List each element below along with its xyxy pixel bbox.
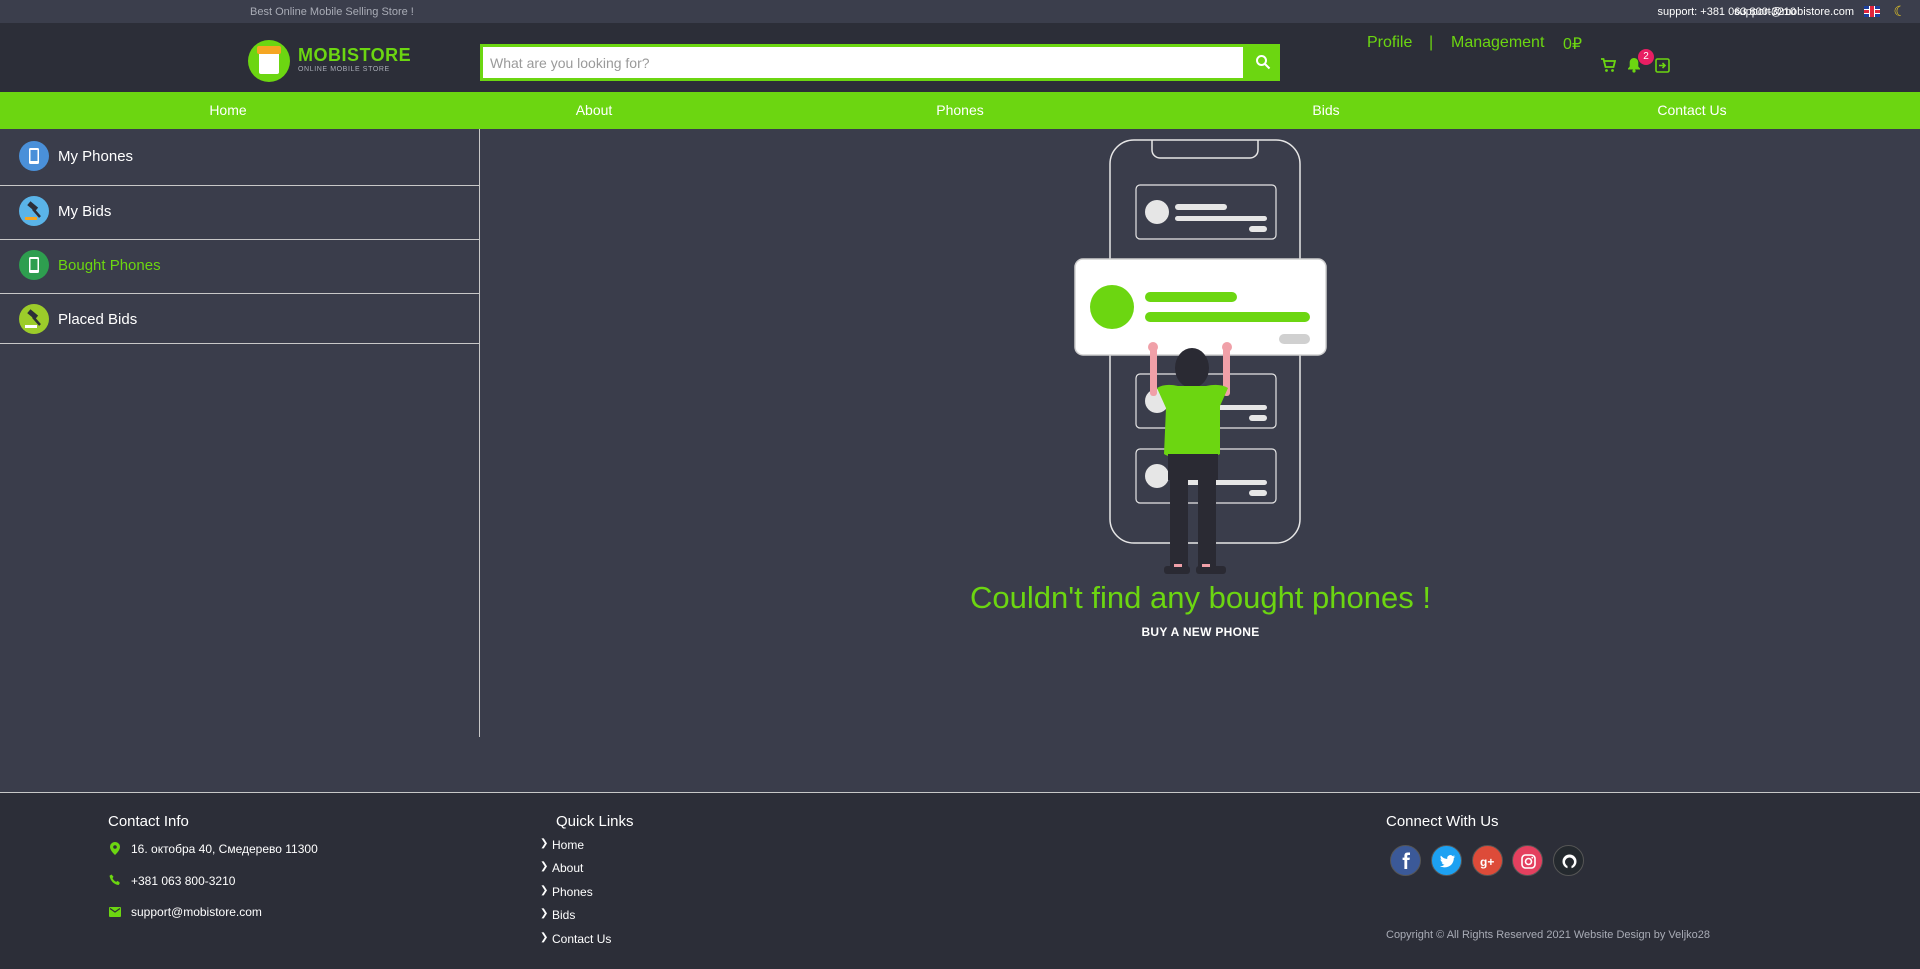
store-logo-icon <box>248 40 290 82</box>
footer-link-contact-us[interactable]: Contact Us <box>552 932 611 946</box>
email-icon <box>109 907 121 917</box>
buy-new-phone-link[interactable]: BUY A NEW PHONE <box>481 625 1920 639</box>
sidebar: My Phones My Bids Bought Phones Placed B… <box>0 129 480 737</box>
footer-phone: +381 063 800-3210 <box>131 874 236 888</box>
sidebar-item-label: My Phones <box>58 148 134 165</box>
dark-mode-moon-icon[interactable]: ☾ <box>1893 3 1906 20</box>
main-menu: Home About Phones Bids Contact Us <box>0 92 1920 129</box>
footer-link-home[interactable]: Home <box>552 838 584 852</box>
instagram-icon[interactable] <box>1512 845 1543 876</box>
github-icon[interactable] <box>1553 845 1584 876</box>
empty-state-message: Couldn't find any bought phones ! <box>970 580 1431 615</box>
gavel-icon <box>19 196 49 226</box>
menu-about[interactable]: About <box>576 102 613 118</box>
svg-text:g+: g+ <box>1480 855 1494 869</box>
uk-flag-icon[interactable] <box>1864 6 1880 17</box>
cart-icon[interactable] <box>1600 58 1616 73</box>
menu-bids[interactable]: Bids <box>1312 102 1339 118</box>
phone-icon <box>109 874 120 885</box>
phone-icon <box>19 250 49 280</box>
search-input[interactable] <box>480 44 1246 81</box>
support-email[interactable]: support@mobistore.com <box>1734 6 1854 18</box>
tagline: Best Online Mobile Selling Store ! <box>250 6 414 18</box>
empty-state-illustration <box>1074 139 1327 574</box>
top-bar: Best Online Mobile Selling Store ! suppo… <box>0 0 1920 23</box>
footer-link-phones[interactable]: Phones <box>552 885 593 899</box>
chevron-right-icon: ❯ <box>540 885 549 896</box>
connect-heading: Connect With Us <box>1386 813 1499 830</box>
logo-title: MOBISTORE <box>298 45 412 65</box>
sidebar-item-label: Bought Phones <box>58 257 161 274</box>
copyright: Copyright © All Rights Reserved 2021 Web… <box>1386 929 1711 941</box>
sidebar-item-my-bids[interactable]: My Bids <box>0 186 480 240</box>
profile-link[interactable]: Profile <box>1367 34 1412 52</box>
phone-icon <box>19 141 49 171</box>
footer-email[interactable]: support@mobistore.com <box>131 905 262 919</box>
notification-badge: 2 <box>1638 49 1654 65</box>
gavel-icon <box>19 304 49 334</box>
balance: 0₽ <box>1563 36 1583 53</box>
chevron-right-icon: ❯ <box>540 932 549 943</box>
footer: Contact Info 16. октобра 40, Смедерево 1… <box>0 792 1920 969</box>
sidebar-item-label: Placed Bids <box>58 311 138 328</box>
footer-link-bids[interactable]: Bids <box>552 908 575 922</box>
contact-info-heading: Contact Info <box>108 813 189 830</box>
google-plus-icon[interactable]: g+ <box>1472 845 1503 876</box>
footer-address: 16. октобра 40, Смедерево 11300 <box>131 842 318 856</box>
management-link[interactable]: Management <box>1451 34 1544 52</box>
logo[interactable]: MOBISTORE ONLINE MOBILE STORE <box>248 40 412 82</box>
footer-link-about[interactable]: About <box>552 861 583 875</box>
sidebar-item-my-phones[interactable]: My Phones <box>0 129 480 186</box>
search-button[interactable] <box>1246 44 1280 81</box>
location-icon <box>110 842 120 855</box>
search-icon <box>1256 55 1271 70</box>
quick-links-heading: Quick Links <box>556 813 634 830</box>
chevron-right-icon: ❯ <box>540 908 549 919</box>
twitter-icon[interactable] <box>1431 845 1462 876</box>
menu-contact-us[interactable]: Contact Us <box>1657 102 1726 118</box>
search-bar <box>480 44 1280 81</box>
menu-home[interactable]: Home <box>209 102 246 118</box>
facebook-icon[interactable] <box>1390 845 1421 876</box>
sidebar-item-label: My Bids <box>58 203 112 220</box>
logo-subtitle: ONLINE MOBILE STORE <box>298 66 390 73</box>
chevron-right-icon: ❯ <box>540 861 549 872</box>
nav-separator: | <box>1429 34 1434 51</box>
logout-icon[interactable] <box>1655 58 1670 73</box>
sidebar-item-bought-phones[interactable]: Bought Phones <box>0 240 480 294</box>
sidebar-item-placed-bids[interactable]: Placed Bids <box>0 294 480 344</box>
menu-phones[interactable]: Phones <box>936 102 983 118</box>
chevron-right-icon: ❯ <box>540 838 549 849</box>
